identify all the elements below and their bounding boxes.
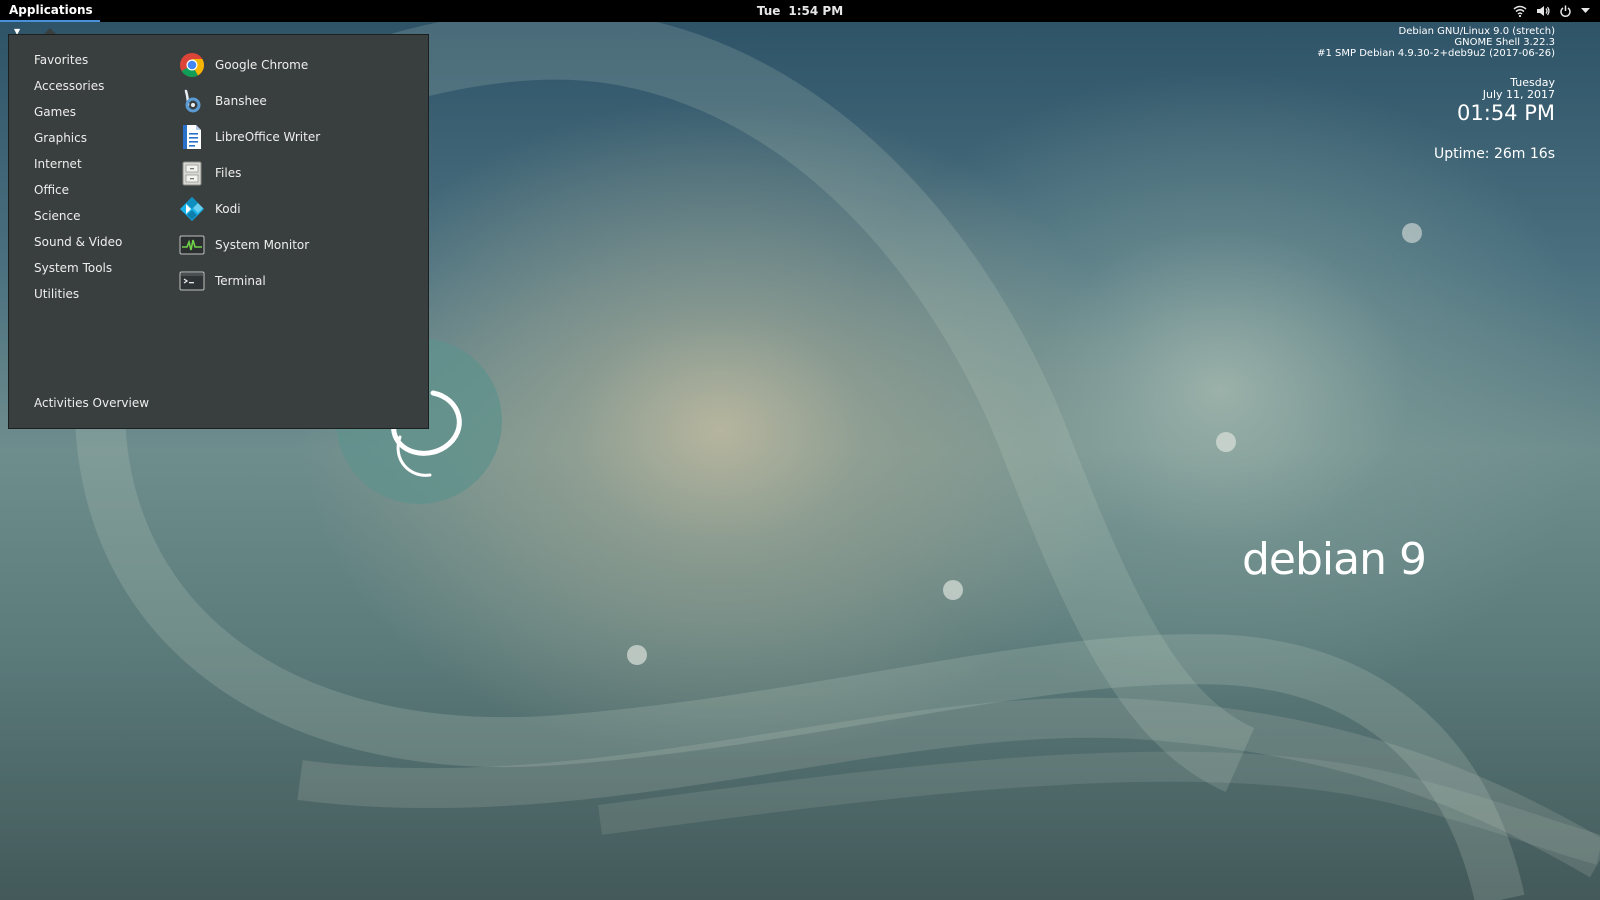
app-label: Terminal	[215, 274, 266, 288]
category-accessories[interactable]: Accessories	[34, 76, 104, 96]
uptime-text: Uptime: 26m 16s	[1434, 146, 1555, 162]
app-libreoffice-writer[interactable]: LibreOffice Writer	[179, 123, 320, 151]
system-tray[interactable]	[1513, 0, 1590, 22]
wifi-icon[interactable]	[1513, 5, 1527, 17]
category-internet[interactable]: Internet	[34, 154, 82, 174]
terminal-icon	[179, 268, 205, 294]
top-bar: Applications▼ Tue 1:54 PM	[0, 0, 1600, 36]
system-info-overlay: Debian GNU/Linux 9.0 (stretch) GNOME She…	[1317, 26, 1555, 59]
applications-menu: Favorites Accessories Games Graphics Int…	[8, 34, 429, 429]
time-text: 01:54 PM	[1457, 101, 1555, 125]
app-system-monitor[interactable]: System Monitor	[179, 231, 309, 259]
category-sound-video[interactable]: Sound & Video	[34, 232, 122, 252]
clock-day: Tue	[756, 4, 781, 18]
app-google-chrome[interactable]: Google Chrome	[179, 51, 308, 79]
app-banshee[interactable]: Banshee	[179, 87, 267, 115]
top-bar-clock[interactable]: Tue 1:54 PM	[0, 0, 1600, 22]
power-icon[interactable]	[1559, 5, 1572, 18]
date-time-overlay: Tuesday July 11, 2017 01:54 PM	[1457, 77, 1555, 126]
app-files[interactable]: Files	[179, 159, 241, 187]
libreoffice-writer-icon	[179, 124, 205, 150]
category-favorites[interactable]: Favorites	[34, 50, 88, 70]
kernel-version: #1 SMP Debian 4.9.30-2+deb9u2 (2017-06-2…	[1317, 48, 1555, 59]
volume-icon[interactable]	[1536, 5, 1550, 17]
category-science[interactable]: Science	[34, 206, 81, 226]
banshee-icon	[179, 88, 205, 114]
app-label: Google Chrome	[215, 58, 309, 72]
debian-brand-logo: debian 9	[1242, 534, 1427, 585]
date-text: July 11, 2017	[1482, 88, 1555, 101]
app-label: Files	[215, 166, 242, 180]
kodi-icon	[179, 196, 205, 222]
chrome-icon	[179, 52, 205, 78]
chevron-down-icon[interactable]	[1581, 8, 1590, 14]
app-label: System Monitor	[215, 238, 310, 252]
app-label: Banshee	[215, 94, 267, 108]
category-graphics[interactable]: Graphics	[34, 128, 87, 148]
category-system-tools[interactable]: System Tools	[34, 258, 112, 278]
system-monitor-icon	[179, 232, 205, 258]
clock-time: 1:54 PM	[788, 4, 844, 18]
app-kodi[interactable]: Kodi	[179, 195, 241, 223]
shell-version: GNOME Shell 3.22.3	[1454, 37, 1555, 48]
category-office[interactable]: Office	[34, 180, 69, 200]
app-label: Kodi	[215, 202, 241, 216]
files-icon	[179, 160, 205, 186]
app-label: LibreOffice Writer	[215, 130, 321, 144]
activities-overview-item[interactable]: Activities Overview	[34, 393, 149, 413]
app-terminal[interactable]: Terminal	[179, 267, 266, 295]
category-utilities[interactable]: Utilities	[34, 284, 79, 304]
os-version: Debian GNU/Linux 9.0 (stretch)	[1398, 26, 1555, 37]
category-games[interactable]: Games	[34, 102, 76, 122]
